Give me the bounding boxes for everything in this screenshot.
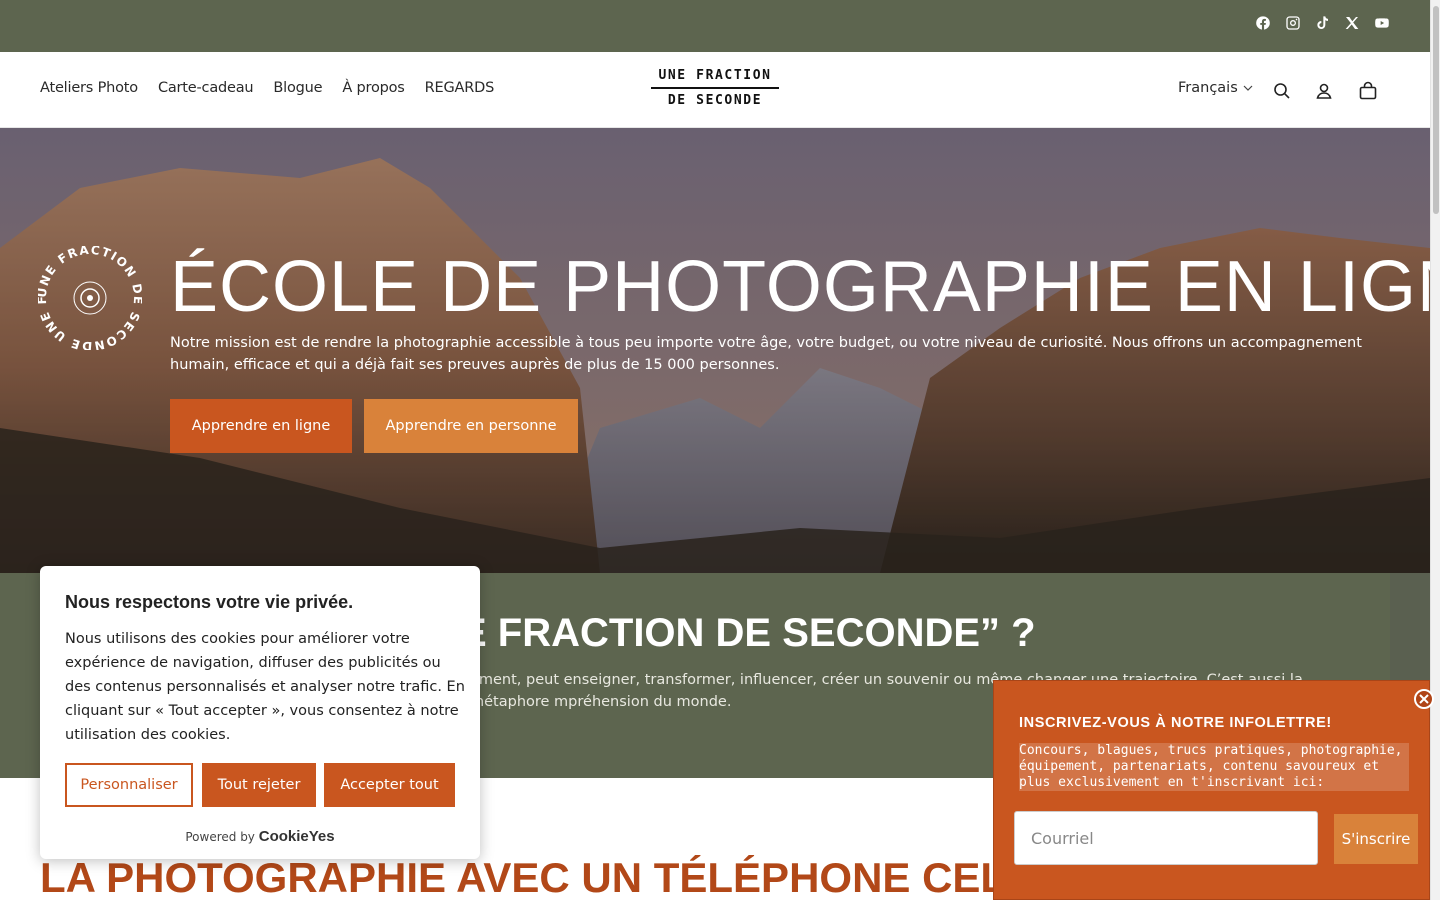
cookie-title: Nous respectons votre vie privée. [65, 592, 354, 612]
newsletter-title: INSCRIVEZ-VOUS À NOTRE INFOLETTRE! [1019, 715, 1332, 731]
phone-photography-title: LA PHOTOGRAPHIE AVEC UN TÉLÉPHONE CELLUL… [40, 854, 1119, 900]
cookie-text: Nous utilisons des cookies pour améliore… [65, 631, 465, 743]
learn-online-button[interactable]: Apprendre en ligne [170, 399, 352, 453]
search-icon[interactable] [1272, 81, 1292, 101]
youtube-icon[interactable] [1373, 14, 1391, 32]
cookieyes-logo[interactable]: CookieYes [259, 828, 335, 845]
cookie-consent-banner: Nous respectons votre vie privée. Nous u… [40, 566, 480, 859]
about-title: E FRACTION DE SECONDE” ? [460, 611, 1036, 655]
customize-button[interactable]: Personnaliser [65, 763, 193, 807]
language-selector[interactable]: Français [1178, 80, 1253, 96]
hero-title: ÉCOLE DE PHOTOGRAPHIE EN LIGNE [170, 247, 1430, 327]
cart-icon[interactable] [1358, 81, 1378, 101]
circular-logo-badge: UNE FRACTION DE SECONDE UNE FRACTION DE … [38, 246, 142, 350]
email-placeholder: Courriel [1031, 828, 1094, 848]
page-scrollbar[interactable] [1430, 0, 1440, 900]
x-icon[interactable] [1343, 14, 1361, 32]
scrollbar-thumb[interactable] [1433, 6, 1439, 214]
powered-by: Powered by CookieYes [40, 828, 480, 845]
learn-in-person-button[interactable]: Apprendre en personne [364, 399, 578, 453]
email-input[interactable]: Courriel [1014, 811, 1318, 865]
hero-banner: UNE FRACTION DE SECONDE UNE FRACTION DE … [0, 128, 1430, 573]
logo-line-1: UNE FRACTION [658, 68, 772, 83]
subscribe-button[interactable]: S'inscrire [1334, 814, 1418, 864]
chevron-down-icon [1243, 85, 1253, 91]
accept-all-button[interactable]: Accepter tout [324, 763, 455, 807]
tiktok-icon[interactable] [1313, 14, 1331, 32]
nav-carte-cadeau[interactable]: Carte-cadeau [158, 80, 254, 96]
logo-line-2: DE SECONDE [667, 93, 763, 108]
instagram-icon[interactable] [1284, 14, 1302, 32]
nav-blogue[interactable]: Blogue [273, 80, 322, 96]
newsletter-popup: INSCRIVEZ-VOUS À NOTRE INFOLETTRE! Conco… [993, 680, 1434, 900]
site-header: Ateliers Photo Carte-cadeau Blogue À pro… [0, 52, 1430, 128]
hero-description: Notre mission est de rendre la photograp… [170, 335, 1362, 373]
reject-all-button[interactable]: Tout rejeter [202, 763, 316, 807]
account-icon[interactable] [1314, 81, 1334, 101]
powered-by-label: Powered by [185, 830, 255, 844]
close-icon[interactable] [1414, 689, 1434, 709]
social-bar [0, 0, 1430, 52]
nav-regards[interactable]: REGARDS [425, 80, 495, 96]
site-logo[interactable]: UNE FRACTION DE SECONDE [651, 67, 779, 113]
language-label: Français [1178, 80, 1238, 96]
nav-a-propos[interactable]: À propos [342, 80, 404, 96]
nav-ateliers-photo[interactable]: Ateliers Photo [40, 80, 138, 96]
logo-rule [651, 87, 779, 89]
facebook-icon[interactable] [1254, 14, 1272, 32]
newsletter-description: Concours, blagues, trucs pratiques, phot… [1019, 743, 1409, 791]
main-nav: Ateliers Photo Carte-cadeau Blogue À pro… [40, 80, 494, 96]
